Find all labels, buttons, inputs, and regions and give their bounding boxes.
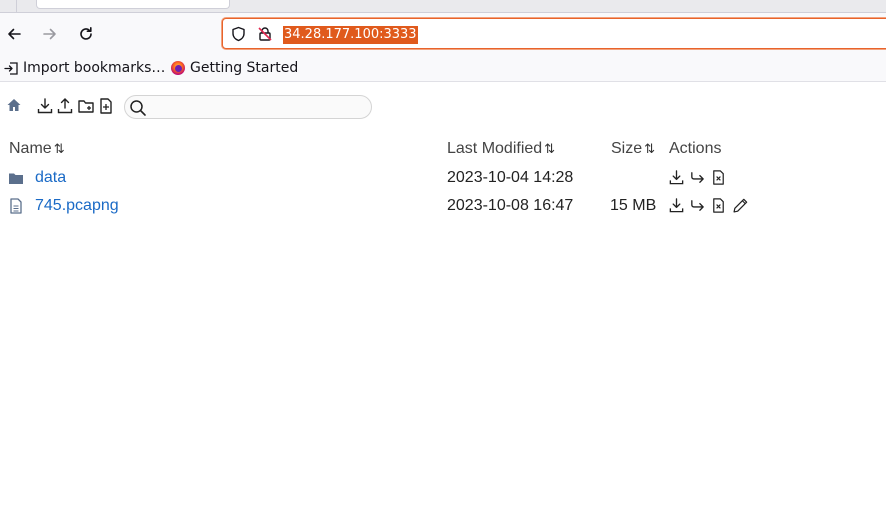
bookmark-label: Getting Started [190,60,299,76]
table-row: data 2023-10-04 14:28 [0,164,886,192]
reload-icon [80,27,92,40]
upload-icon[interactable] [56,97,74,115]
column-header-name[interactable]: Name ⇅ [9,139,65,159]
new-file-icon[interactable] [97,97,115,115]
insecure-lock-icon[interactable] [257,26,273,42]
folder-icon [8,170,24,186]
forward-arrow-icon [43,28,56,40]
move-icon[interactable] [688,168,706,186]
file-name-link[interactable]: 745.pcapng [35,197,119,214]
delete-icon[interactable] [709,168,727,186]
new-folder-icon[interactable] [77,97,95,115]
column-header-size[interactable]: Size ⇅ [611,139,655,159]
column-header-label: Name [9,140,52,157]
file-name-link[interactable]: data [35,169,66,186]
move-icon[interactable] [688,196,706,214]
bookmark-label: Import bookmarks… [23,60,166,76]
search-icon [130,100,146,116]
navigation-bar: 34.28.177.100:3333 [0,13,886,54]
home-icon[interactable] [5,96,23,114]
file-browser-toolbar [0,92,886,122]
bookmark-getting-started[interactable]: Getting Started [170,59,298,77]
sort-icon[interactable]: ⇅ [644,141,655,157]
shield-icon[interactable] [230,26,246,42]
delete-icon[interactable] [709,196,727,214]
back-button[interactable] [1,21,27,47]
download-icon[interactable] [667,196,685,214]
column-header-modified[interactable]: Last Modified ⇅ [447,139,555,159]
download-icon[interactable] [667,168,685,186]
file-icon [8,198,24,214]
table-row: 745.pcapng 2023-10-08 16:47 15 MB [0,192,886,220]
reload-button[interactable] [73,21,99,47]
download-icon[interactable] [36,97,54,115]
back-arrow-icon [8,28,21,40]
edit-icon[interactable] [731,196,749,214]
import-icon [3,60,19,76]
sort-icon[interactable]: ⇅ [54,141,65,157]
bookmarks-bar: Import bookmarks… Getting Started [0,54,886,82]
modified-date: 2023-10-08 16:47 [447,197,574,214]
forward-button[interactable] [37,21,63,47]
url-bar[interactable]: 34.28.177.100:3333 [222,18,886,49]
file-size: 15 MB [610,197,657,214]
active-tab[interactable] [36,0,230,9]
tab-scroll-area[interactable] [0,0,17,13]
tab-strip [0,0,886,13]
modified-date: 2023-10-04 14:28 [447,169,574,186]
column-header-actions: Actions [669,139,721,159]
column-header-label: Actions [669,140,722,157]
column-header-label: Last Modified [447,140,543,157]
search-field[interactable] [124,95,372,119]
search-input[interactable] [151,98,367,116]
firefox-icon [170,60,186,76]
column-header-label: Size [611,140,643,157]
sort-icon[interactable]: ⇅ [544,141,555,157]
url-text[interactable]: 34.28.177.100:3333 [283,26,418,44]
bookmark-import[interactable]: Import bookmarks… [3,59,165,77]
